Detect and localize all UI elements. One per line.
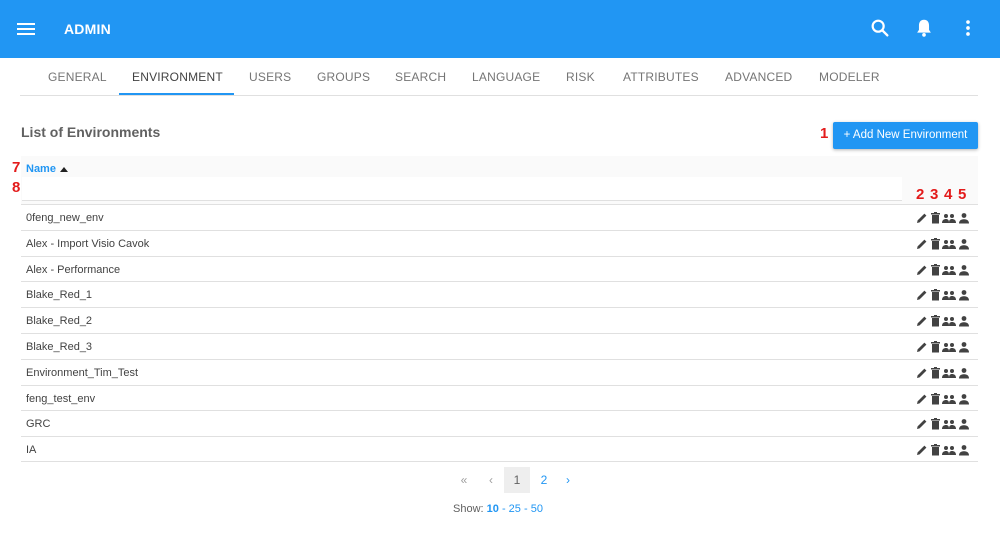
user-icon[interactable] [957,392,971,406]
group-icon[interactable] [941,340,957,354]
page-size-10[interactable]: 10 [487,503,499,515]
group-icon[interactable] [941,392,957,406]
user-icon[interactable] [957,211,971,225]
group-icon[interactable] [941,366,957,380]
table-row[interactable]: IA [21,436,978,462]
user-icon[interactable] [957,263,971,277]
page-size-selector: Show: 10 - 25 - 50 [453,503,543,515]
table-row[interactable]: Alex - Import Visio Cavok [21,229,978,256]
table-row[interactable]: Environment_Tim_Test [21,358,978,385]
hamburger-menu-icon[interactable] [17,20,37,36]
environment-name: Alex - Performance [26,263,121,276]
name-column-header[interactable]: Name [26,163,56,175]
table-row[interactable]: 0feng_new_env [21,204,978,230]
environment-name: Alex - Import Visio Cavok [26,237,150,250]
environment-name: GRC [26,418,51,431]
edit-icon[interactable] [915,211,929,225]
list-title: List of Environments [21,124,161,140]
page-1-button[interactable]: 1 [504,467,530,493]
tab-search[interactable]: SEARCH [395,70,446,84]
sort-ascending-icon [60,167,68,172]
tab-language[interactable]: LANGUAGE [472,70,540,84]
edit-icon[interactable] [915,366,929,380]
size-separator: - [498,503,509,515]
tab-groups[interactable]: GROUPS [317,70,370,84]
first-page-icon[interactable]: « [457,467,471,493]
user-icon[interactable] [957,443,971,457]
group-icon[interactable] [941,263,957,277]
active-tab-indicator [119,93,234,95]
annotation-8: 8 [12,179,21,196]
tab-attributes[interactable]: ATTRIBUTES [623,70,699,84]
name-filter-input[interactable] [22,177,902,201]
user-icon[interactable] [957,237,971,251]
environment-name: Environment_Tim_Test [26,366,139,379]
page-title: ADMIN [64,21,111,37]
prev-page-icon[interactable]: ‹ [484,467,498,493]
edit-icon[interactable] [915,288,929,302]
page-2-button[interactable]: 2 [535,467,553,493]
add-new-environment-button[interactable]: + Add New Environment [833,122,978,149]
table-row[interactable]: Blake_Red_1 [21,281,978,307]
admin-tabs: GENERAL ENVIRONMENT USERS GROUPS SEARCH … [20,58,978,96]
tab-users[interactable]: USERS [249,70,291,84]
edit-icon[interactable] [915,392,929,406]
environment-name: feng_test_env [26,392,96,405]
size-separator: - [520,503,531,515]
edit-icon[interactable] [915,237,929,251]
next-page-icon[interactable]: › [561,467,575,493]
user-icon[interactable] [957,288,971,302]
annotation-1: 1 [820,125,829,142]
search-icon[interactable] [869,17,891,39]
page-size-25[interactable]: 25 [509,503,521,515]
pagination: « ‹ 1 2 › [0,467,1000,493]
edit-icon[interactable] [915,314,929,328]
annotation-4: 4 [944,186,953,203]
app-header: ADMIN [0,0,1000,58]
user-icon[interactable] [957,340,971,354]
table-row[interactable]: Blake_Red_2 [21,307,978,333]
bell-icon[interactable] [913,17,935,39]
user-icon[interactable] [957,417,971,431]
user-icon[interactable] [957,366,971,380]
show-label: Show: [453,503,484,515]
tab-modeler[interactable]: MODELER [819,70,880,84]
annotation-7: 7 [12,159,21,176]
environment-list: 0feng_new_env Alex - Import Visio Cavok Al… [21,204,978,462]
group-icon[interactable] [941,237,957,251]
environment-name: Blake_Red_2 [26,315,93,328]
annotation-2: 2 [916,186,925,203]
tab-risk[interactable]: RISK [566,70,595,84]
tab-advanced[interactable]: ADVANCED [725,70,792,84]
page-size-50[interactable]: 50 [531,503,543,515]
environment-name: Blake_Red_3 [26,340,93,353]
group-icon[interactable] [941,314,957,328]
table-row[interactable]: Alex - Performance [21,255,978,282]
tab-environment[interactable]: ENVIRONMENT [132,70,223,84]
more-vert-icon[interactable] [957,17,979,39]
edit-icon[interactable] [915,340,929,354]
edit-icon[interactable] [915,263,929,277]
table-row[interactable]: GRC [21,410,978,436]
environment-name: Blake_Red_1 [26,289,93,302]
annotation-3: 3 [930,186,939,203]
user-icon[interactable] [957,314,971,328]
edit-icon[interactable] [915,417,929,431]
table-row[interactable]: feng_test_env [21,384,978,411]
edit-icon[interactable] [915,443,929,457]
table-row[interactable]: Blake_Red_3 [21,332,978,359]
annotation-5: 5 [958,186,967,203]
environment-name: 0feng_new_env [26,212,104,224]
group-icon[interactable] [941,417,957,431]
tab-general[interactable]: GENERAL [48,70,107,84]
environment-name: IA [26,444,37,457]
group-icon[interactable] [941,443,957,457]
group-icon[interactable] [941,288,957,302]
group-icon[interactable] [941,211,957,225]
